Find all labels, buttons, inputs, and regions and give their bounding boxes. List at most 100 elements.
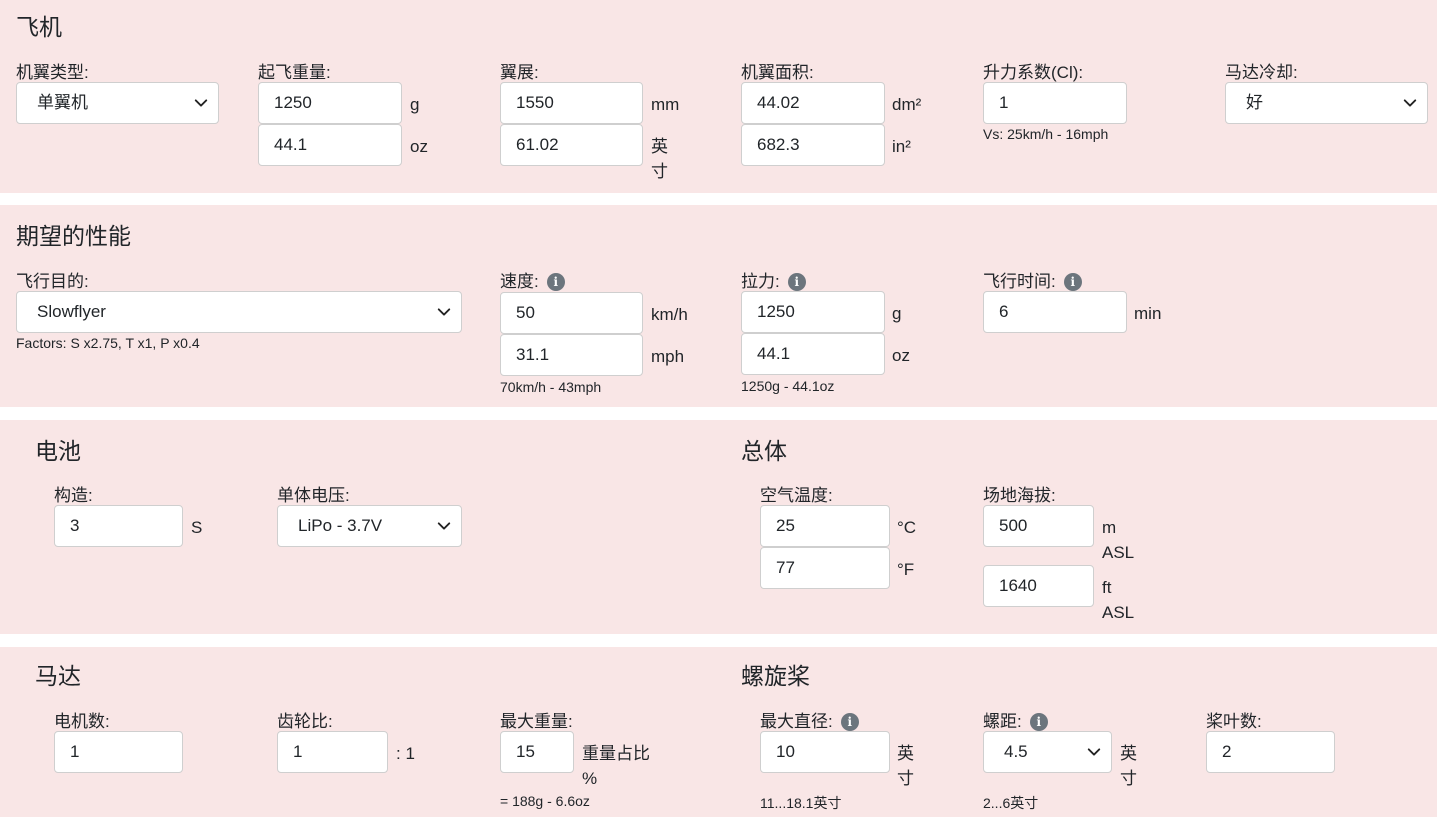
motor-count-input[interactable]: 1: [54, 731, 183, 773]
lift-coefficient-label: 升力系数(Cl):: [983, 63, 1084, 82]
blade-count-label: 桨叶数:: [1206, 712, 1262, 731]
aircraft-panel: 飞机 机翼类型: 单翼机 起飞重量: 1250 g 44.1 oz 翼展: 15…: [0, 0, 1437, 193]
purpose-hint: Factors: S x2.75, T x1, P x0.4: [16, 335, 200, 351]
weight-g-unit: g: [410, 95, 420, 114]
diameter-label: 最大直径: i: [760, 707, 859, 732]
purpose-value: Slowflyer: [37, 302, 106, 321]
speed-mph-unit: mph: [651, 347, 685, 366]
area-dm2-input[interactable]: 44.02: [741, 82, 885, 124]
diameter-hint: 11...18.1英寸: [760, 795, 842, 811]
thrust-oz-unit: oz: [892, 346, 910, 365]
battery-config-label: 构造:: [54, 486, 93, 505]
wing-type-label: 机翼类型:: [16, 63, 89, 82]
blade-count-input[interactable]: 2: [1206, 731, 1335, 773]
elevation-m-unit: m ASL: [1102, 515, 1134, 565]
span-mm-input[interactable]: 1550: [500, 82, 643, 124]
air-temp-c-unit: °C: [897, 518, 917, 537]
air-temp-label: 空气温度:: [760, 486, 833, 505]
thrust-label: 拉力: i: [741, 267, 806, 292]
motor-propeller-panel: 马达 电机数: 1 齿轮比: 1 : 1 最大重量: 15 重量占比 % = 1…: [0, 647, 1437, 817]
elevation-ft-unit: ft ASL: [1102, 575, 1134, 625]
elevation-ft-input[interactable]: 1640: [983, 565, 1094, 607]
max-weight-unit-1: 重量占比: [582, 744, 650, 763]
section-title-motor: 马达: [35, 663, 81, 689]
speed-mph-input[interactable]: 31.1: [500, 334, 643, 376]
speed-label: 速度: i: [500, 267, 565, 292]
weight-oz-input[interactable]: 44.1: [258, 124, 402, 166]
area-label: 机翼面积:: [741, 63, 814, 82]
weight-g-input[interactable]: 1250: [258, 82, 402, 124]
elevation-m-unit-1: m: [1102, 518, 1117, 537]
max-weight-unit-2: %: [582, 769, 598, 788]
info-icon[interactable]: i: [546, 273, 565, 291]
thrust-label-text: 拉力:: [741, 272, 780, 291]
weight-label: 起飞重量:: [258, 63, 331, 82]
lift-hint: Vs: 25km/h - 16mph: [983, 126, 1109, 142]
section-title-battery: 电池: [35, 438, 81, 464]
speed-label-text: 速度:: [500, 272, 539, 291]
chevron-down-icon: [437, 519, 451, 533]
pitch-unit: 英寸: [1120, 744, 1137, 788]
purpose-select[interactable]: Slowflyer: [16, 291, 462, 333]
lift-coefficient-input[interactable]: 1: [983, 82, 1127, 124]
max-weight-input[interactable]: 15: [500, 731, 574, 773]
pitch-value: 4.5: [1004, 742, 1028, 761]
battery-config-input[interactable]: 3: [54, 505, 183, 547]
battery-general-panel: 电池 构造: 3 S 单体电压: LiPo - 3.7V 总体 空气温度: 25…: [0, 420, 1437, 634]
pitch-select[interactable]: 4.5: [983, 731, 1112, 773]
motor-cooling-value: 好: [1246, 93, 1263, 112]
span-in-input[interactable]: 61.02: [500, 124, 643, 166]
wing-type-select[interactable]: 单翼机: [16, 82, 219, 124]
chevron-down-icon: [1403, 96, 1417, 110]
gear-ratio-suffix: : 1: [396, 744, 415, 763]
info-icon[interactable]: i: [1029, 713, 1048, 731]
air-temp-c-input[interactable]: 25: [760, 505, 890, 547]
gear-ratio-label: 齿轮比:: [277, 712, 333, 731]
elevation-ft-unit-1: ft: [1102, 578, 1112, 597]
thrust-g-unit: g: [892, 304, 902, 323]
info-icon[interactable]: i: [1063, 273, 1082, 291]
chevron-down-icon: [1087, 745, 1101, 759]
area-dm2-unit: dm²: [892, 95, 922, 114]
info-icon[interactable]: i: [787, 273, 806, 291]
battery-config-unit: S: [191, 518, 203, 537]
cell-voltage-label: 单体电压:: [277, 486, 350, 505]
thrust-oz-input[interactable]: 44.1: [741, 333, 885, 375]
motor-cooling-label: 马达冷却:: [1225, 63, 1298, 82]
cell-voltage-select[interactable]: LiPo - 3.7V: [277, 505, 462, 547]
cell-voltage-value: LiPo - 3.7V: [298, 516, 383, 535]
performance-panel: 期望的性能 飞行目的: Slowflyer Factors: S x2.75, …: [0, 205, 1437, 407]
info-icon[interactable]: i: [840, 713, 859, 731]
thrust-hint: 1250g - 44.1oz: [741, 378, 835, 394]
span-in-unit: 英寸: [651, 137, 668, 181]
speed-hint: 70km/h - 43mph: [500, 379, 602, 395]
flight-time-label-text: 飞行时间:: [983, 272, 1056, 291]
pitch-hint: 2...6英寸: [983, 795, 1039, 811]
elevation-m-unit-2: ASL: [1102, 543, 1135, 562]
weight-oz-unit: oz: [410, 137, 428, 156]
motor-cooling-select[interactable]: 好: [1225, 82, 1428, 124]
max-weight-unit: 重量占比 %: [582, 741, 650, 791]
diameter-input[interactable]: 10: [760, 731, 890, 773]
section-title-propeller: 螺旋桨: [741, 663, 810, 689]
section-title-performance: 期望的性能: [16, 223, 131, 249]
thrust-g-input[interactable]: 1250: [741, 291, 885, 333]
diameter-label-text: 最大直径:: [760, 712, 833, 731]
area-in2-unit: in²: [892, 137, 911, 156]
max-weight-hint: = 188g - 6.6oz: [500, 793, 590, 809]
gear-ratio-input[interactable]: 1: [277, 731, 388, 773]
pitch-label: 螺距: i: [983, 707, 1048, 732]
span-label: 翼展:: [500, 63, 539, 82]
purpose-label: 飞行目的:: [16, 272, 89, 291]
air-temp-f-input[interactable]: 77: [760, 547, 890, 589]
air-temp-f-unit: °F: [897, 560, 915, 579]
elevation-m-input[interactable]: 500: [983, 505, 1094, 547]
span-mm-unit: mm: [651, 95, 680, 114]
speed-kmh-input[interactable]: 50: [500, 292, 643, 334]
area-in2-input[interactable]: 682.3: [741, 124, 885, 166]
section-title-general: 总体: [741, 438, 787, 464]
flight-time-input[interactable]: 6: [983, 291, 1127, 333]
max-weight-label: 最大重量:: [500, 712, 573, 731]
pitch-label-text: 螺距:: [983, 712, 1022, 731]
elevation-ft-unit-2: ASL: [1102, 603, 1135, 622]
